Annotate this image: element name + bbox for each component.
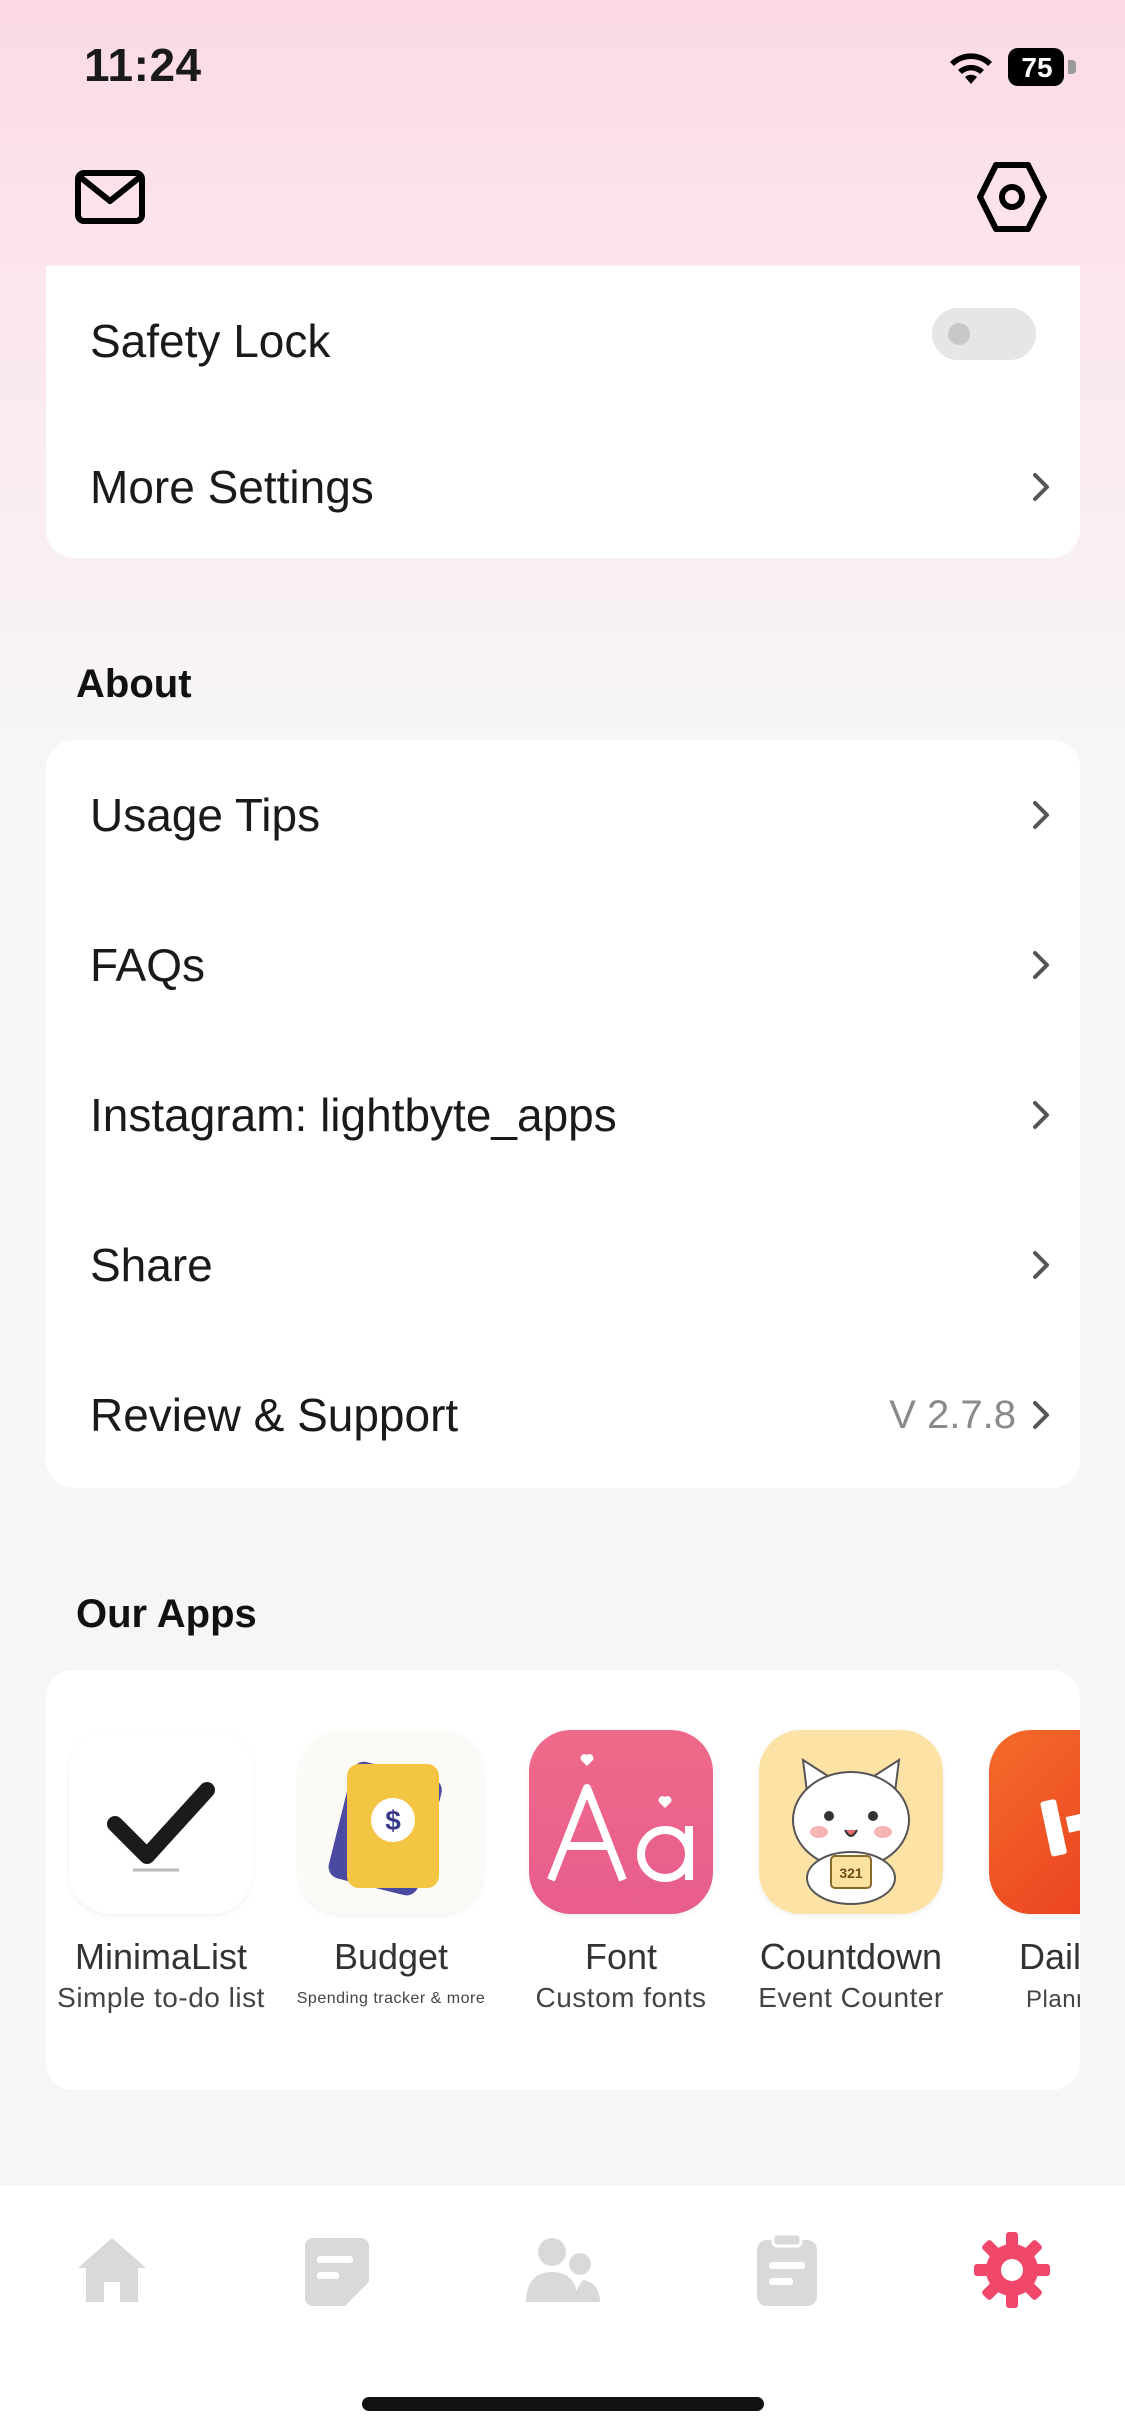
app-countdown[interactable]: 321 Countdown Event Counter	[736, 1730, 966, 2014]
battery-percent: 75	[1021, 52, 1053, 83]
app-minimalist[interactable]: MinimaList Simple to-do list	[46, 1730, 276, 2014]
safety-lock-toggle[interactable]	[932, 308, 1036, 360]
app-subtitle: Simple to-do list	[57, 1982, 265, 2013]
home-indicator	[362, 2397, 764, 2411]
chevron-right-icon	[1033, 951, 1049, 979]
app-subtitle: Event Counter	[758, 1982, 944, 2013]
svg-text:$: $	[385, 1805, 401, 1836]
font-aa-icon	[529, 1730, 713, 1914]
status-bar: 11:24 75	[0, 0, 1125, 140]
share-row[interactable]: Share	[46, 1190, 1080, 1340]
app-subtitle: Custom fonts	[535, 1982, 707, 2013]
dollar-card-icon: $	[299, 1730, 483, 1914]
app-subtitle: Planner &	[1026, 1986, 1080, 2013]
app-daily-workout[interactable]: Daily W Planner &	[966, 1730, 1080, 2014]
cat-calendar-icon: 321	[759, 1730, 943, 1914]
settings-card: Safety Lock More Settings	[46, 266, 1080, 558]
settings-gear-icon[interactable]	[972, 2230, 1052, 2310]
more-settings-label: More Settings	[90, 461, 374, 513]
our-apps-card: MinimaList Simple to-do list $ Budget Sp…	[46, 1670, 1080, 2090]
apps-carousel[interactable]: MinimaList Simple to-do list $ Budget Sp…	[46, 1670, 1080, 2090]
instagram-row[interactable]: Instagram: lightbyte_apps	[46, 1040, 1080, 1190]
app-name: MinimaList	[74, 1936, 248, 1977]
app-name: Countdown	[759, 1936, 943, 1977]
version-label: V 2.7.8	[889, 1393, 1016, 1437]
mail-icon[interactable]	[72, 157, 152, 237]
usage-tips-row[interactable]: Usage Tips	[46, 740, 1080, 890]
about-card: Usage Tips FAQs Instagram: lightbyte_app…	[46, 740, 1080, 1488]
safety-lock-label: Safety Lock	[90, 315, 331, 367]
settings-hex-icon[interactable]	[972, 157, 1052, 237]
chevron-right-icon	[1033, 473, 1049, 501]
our-apps-section-title: Our Apps	[76, 1592, 257, 1636]
chevron-right-icon	[1033, 1401, 1049, 1429]
people-icon[interactable]	[522, 2230, 602, 2310]
usage-tips-label: Usage Tips	[90, 789, 321, 841]
faqs-label: FAQs	[90, 939, 206, 991]
review-support-row[interactable]: Review & Support V 2.7.8	[46, 1340, 1080, 1490]
app-name: Daily W	[1019, 1936, 1080, 1977]
battery-icon: 75	[1008, 48, 1076, 86]
more-settings-row[interactable]: More Settings	[46, 412, 1080, 562]
dumbbell-icon	[989, 1730, 1080, 1914]
checkmark-icon	[69, 1730, 253, 1914]
chevron-right-icon	[1033, 1251, 1049, 1279]
app-name: Font	[584, 1936, 658, 1977]
chevron-right-icon	[1033, 801, 1049, 829]
notes-icon[interactable]	[297, 2230, 377, 2310]
about-section-title: About	[76, 662, 192, 706]
share-label: Share	[90, 1239, 213, 1291]
app-name: Budget	[333, 1936, 449, 1977]
chevron-right-icon	[1033, 1101, 1049, 1129]
review-support-label: Review & Support	[90, 1389, 459, 1441]
status-time: 11:24	[84, 39, 202, 91]
app-font[interactable]: Font Custom fonts	[506, 1730, 736, 2014]
safety-lock-row: Safety Lock	[46, 266, 1080, 416]
faqs-row[interactable]: FAQs	[46, 890, 1080, 1040]
app-subtitle: Spending tracker & more	[296, 1990, 486, 2007]
svg-text:321: 321	[839, 1865, 863, 1881]
instagram-label: Instagram: lightbyte_apps	[90, 1089, 617, 1141]
app-budget[interactable]: $ Budget Spending tracker & more	[276, 1730, 506, 2008]
home-icon[interactable]	[72, 2230, 152, 2310]
clipboard-icon[interactable]	[747, 2230, 827, 2310]
wifi-icon	[950, 53, 992, 84]
